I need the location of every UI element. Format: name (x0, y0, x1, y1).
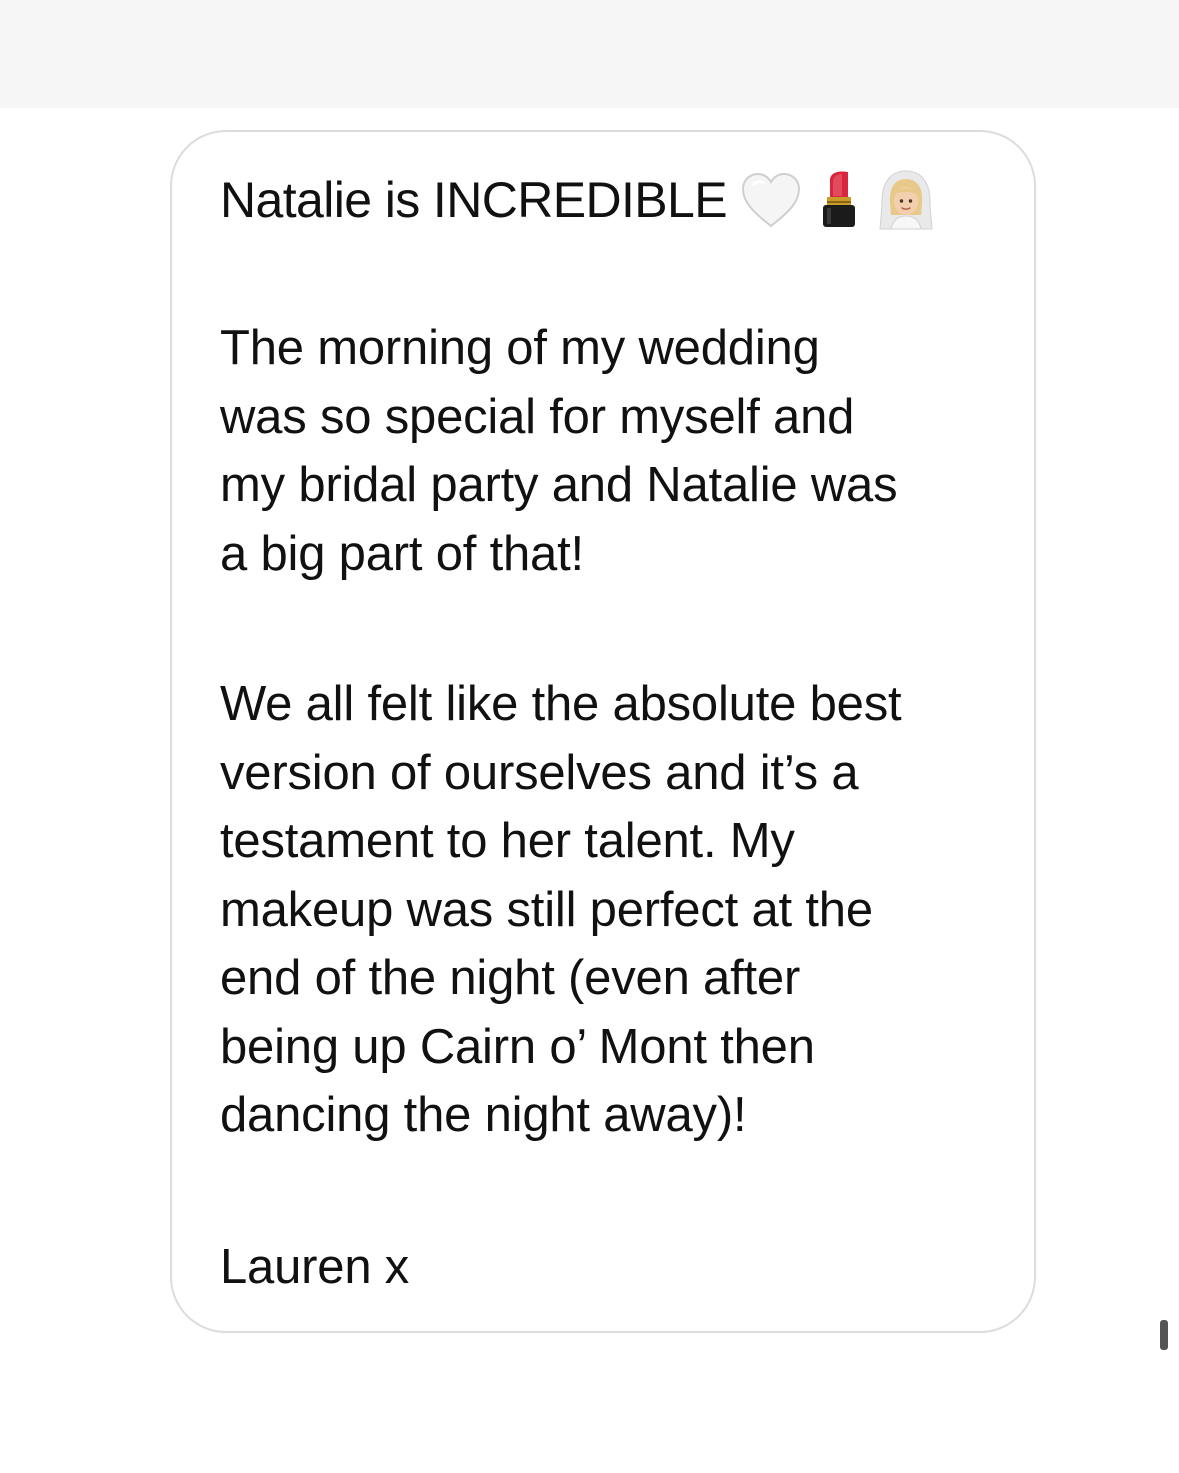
headline-text: Natalie is INCREDIBLE (220, 172, 728, 228)
message-headline: Natalie is INCREDIBLE (220, 168, 935, 232)
text-line: The morning of my wedding (220, 321, 820, 375)
text-line: being up Cairn o’ Mont then (220, 1019, 815, 1074)
text-line: version of ourselves and it’s a (220, 745, 859, 800)
bride-with-veil-icon (877, 169, 935, 231)
message-paragraph-1: The morning of my wedding was so special… (220, 314, 898, 588)
lipstick-icon (815, 168, 863, 232)
white-heart-icon (741, 172, 801, 228)
text-line: a big part of that! (220, 526, 584, 581)
text-line: my bridal party and Natalie was (220, 458, 898, 512)
top-background-band (0, 0, 1179, 108)
text-line: testament to her talent. My (220, 814, 795, 868)
message-bubble[interactable]: Natalie is INCREDIBLE The morning of my … (170, 130, 1036, 1333)
message-paragraph-2: We all felt like the absolute best versi… (220, 670, 902, 1150)
text-line: makeup was still perfect at the (220, 882, 873, 937)
text-line: We all felt like the absolute best (220, 677, 902, 731)
scrollbar-thumb[interactable] (1160, 1320, 1168, 1350)
message-signature: Lauren x (220, 1233, 409, 1302)
text-line: was so special for myself and (220, 389, 855, 444)
text-line: end of the night (even after (220, 951, 801, 1005)
signature-text: Lauren x (220, 1240, 410, 1294)
text-line: dancing the night away)! (220, 1088, 747, 1142)
